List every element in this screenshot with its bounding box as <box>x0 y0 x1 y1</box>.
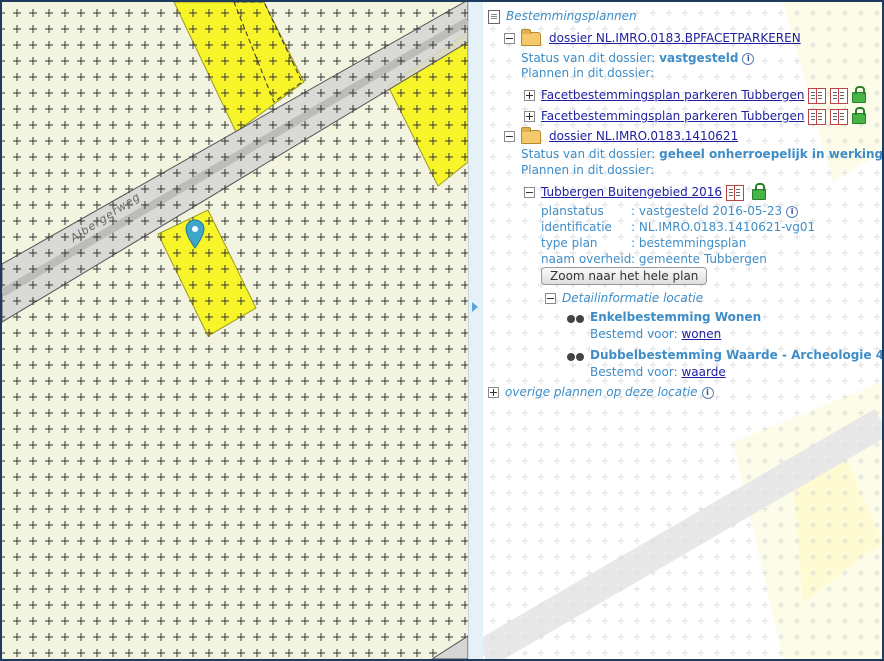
detail-item-purpose: Bestemd voor: waarde <box>590 365 726 379</box>
dossier-2-plans-label: Plannen in dit dossier: <box>521 163 655 177</box>
expand-icon[interactable] <box>524 111 535 122</box>
lock-icon <box>852 86 867 103</box>
prop-row: naam overheid: gemeente Tubbergen <box>541 252 767 266</box>
collapse-arrow-icon[interactable] <box>472 302 478 312</box>
dossier-1-plan-2[interactable]: Facetbestemmingsplan parkeren Tubbergen <box>524 107 867 125</box>
app-frame: Albergerweg Bestemmingsplannen dossier N… <box>0 0 884 661</box>
purpose-link[interactable]: waarde <box>681 365 725 379</box>
book-icon[interactable] <box>830 108 849 125</box>
plan-link[interactable]: Facetbestemmingsplan parkeren Tubbergen <box>541 109 804 123</box>
dossier-1-status-value: vastgesteld <box>659 51 739 65</box>
tree-root: Bestemmingsplannen <box>488 8 637 24</box>
binoculars-icon[interactable] <box>566 313 586 323</box>
purpose-link[interactable]: wonen <box>681 327 721 341</box>
lock-icon <box>752 183 767 200</box>
detail-section[interactable]: Detailinformatie locatie <box>545 290 703 306</box>
folder-icon <box>521 28 541 46</box>
book-icon[interactable] <box>830 87 849 104</box>
dossier-1[interactable]: dossier NL.IMRO.0183.BPFACETPARKEREN <box>504 28 801 46</box>
plan-buitengebied[interactable]: Tubbergen Buitengebied 2016 <box>524 183 767 201</box>
folder-icon <box>521 126 541 144</box>
dossier-1-link[interactable]: dossier NL.IMRO.0183.BPFACETPARKEREN <box>549 31 801 45</box>
dossier-2-status: Status van dit dossier: geheel onherroep… <box>521 147 882 161</box>
book-icon[interactable] <box>808 108 827 125</box>
map-canvas[interactable] <box>2 2 468 659</box>
collapse-icon[interactable] <box>504 131 515 142</box>
other-plans[interactable]: overige plannen op deze locatie i <box>488 384 714 400</box>
plan-link[interactable]: Facetbestemmingsplan parkeren Tubbergen <box>541 88 804 102</box>
collapse-icon[interactable] <box>504 33 515 44</box>
lock-icon <box>852 107 867 124</box>
dossier-1-plan-1[interactable]: Facetbestemmingsplan parkeren Tubbergen <box>524 86 867 104</box>
dossier-1-status: Status van dit dossier: vastgesteld i <box>521 50 755 66</box>
map-cross-hatching <box>2 2 468 659</box>
expand-icon[interactable] <box>488 387 499 398</box>
detail-item-purpose: Bestemd voor: wonen <box>590 327 722 341</box>
dossier-1-plans-label: Plannen in dit dossier: <box>521 66 655 80</box>
binoculars-icon[interactable] <box>566 351 586 361</box>
book-icon[interactable] <box>808 87 827 104</box>
collapse-icon[interactable] <box>545 293 556 304</box>
collapse-icon[interactable] <box>524 187 535 198</box>
prop-row: type plan: bestemmingsplan <box>541 236 747 250</box>
detail-item: Dubbelbestemming Waarde - Archeologie 4 <box>566 347 882 363</box>
dossier-2[interactable]: dossier NL.IMRO.0183.1410621 <box>504 126 738 144</box>
dossier-2-link[interactable]: dossier NL.IMRO.0183.1410621 <box>549 129 738 143</box>
dossier-2-status-value: geheel onherroepelijk in werking <box>659 147 882 161</box>
info-icon[interactable]: i <box>701 386 714 399</box>
map-view[interactable]: Albergerweg <box>2 2 468 659</box>
document-icon <box>488 9 500 24</box>
detail-item: Enkelbestemming Wonen <box>566 309 761 325</box>
panel-splitter[interactable] <box>468 2 484 659</box>
book-icon[interactable] <box>726 184 745 201</box>
info-icon[interactable]: i <box>742 52 755 65</box>
info-panel: Bestemmingsplannen dossier NL.IMRO.0183.… <box>483 2 882 659</box>
zoom-to-plan-button[interactable]: Zoom naar het hele plan <box>541 267 708 285</box>
info-icon[interactable]: i <box>786 205 799 218</box>
expand-icon[interactable] <box>524 90 535 101</box>
prop-row: identificatie: NL.IMRO.0183.1410621-vg01 <box>541 220 816 234</box>
prop-row: planstatus: vastgesteld 2016-05-23 i <box>541 203 799 219</box>
tree-root-title: Bestemmingsplannen <box>506 9 637 23</box>
plan-link[interactable]: Tubbergen Buitengebied 2016 <box>541 185 722 199</box>
